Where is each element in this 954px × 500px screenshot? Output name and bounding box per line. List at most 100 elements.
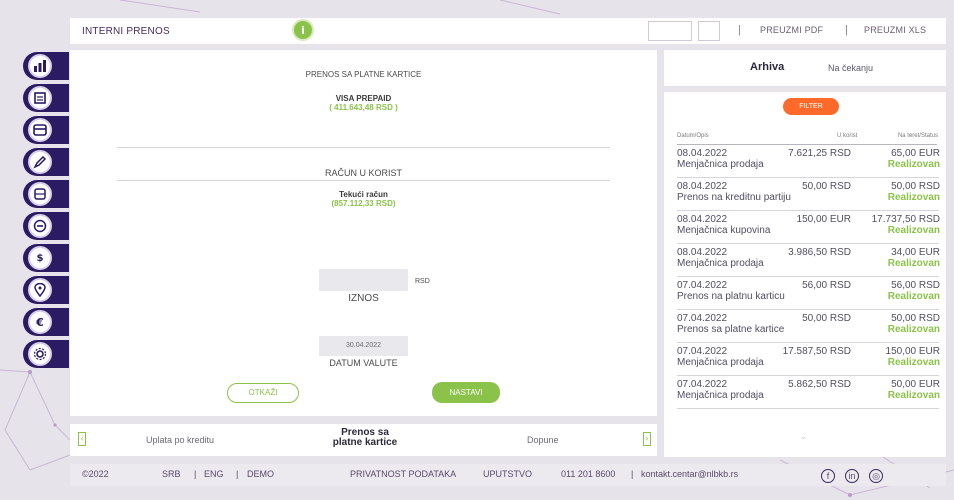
privacy-link[interactable]: PRIVATNOST PODATAKA xyxy=(350,469,456,479)
sidebar-item-exchange[interactable]: € xyxy=(23,308,69,336)
dollar-icon: $ xyxy=(28,246,52,270)
archive-tabs: Arhiva Na čekanju xyxy=(664,50,946,86)
amount-label: IZNOS xyxy=(348,293,379,304)
table-row[interactable]: 07.04.2022 56,00 RSD 56,00 RSD Prenos na pl… xyxy=(664,280,946,312)
filter-button[interactable]: FILTER xyxy=(783,98,839,115)
row-divider xyxy=(677,309,939,310)
linkedin-icon[interactable]: in xyxy=(845,469,859,483)
column-date-header: Datum/Opis xyxy=(677,133,709,139)
amount-currency: RSD xyxy=(415,278,430,285)
row-date: 08.04.2022 xyxy=(677,148,728,159)
separator: | xyxy=(236,469,239,479)
top-bar: INTERNI PRENOS i | PREUZMI PDF | PREUZMI… xyxy=(70,18,946,44)
filter-box-2[interactable] xyxy=(698,21,720,41)
lang-srb-link[interactable]: SRB xyxy=(162,469,181,479)
table-row[interactable]: 08.04.2022 150,00 EUR 17.737,50 RSD Menjačn… xyxy=(664,214,946,246)
next-button[interactable]: NASTAVI xyxy=(432,382,500,403)
separator: | xyxy=(845,24,848,36)
amount-input[interactable] xyxy=(319,269,408,291)
demo-link[interactable]: DEMO xyxy=(247,469,274,479)
sidebar-item-locations[interactable] xyxy=(23,276,69,304)
separator: | xyxy=(631,469,634,479)
table-row[interactable]: 08.04.2022 3.986,50 RSD 34,00 EUR Menjačnic… xyxy=(664,247,946,279)
row-date: 07.04.2022 xyxy=(677,280,728,291)
tab-archive[interactable]: Arhiva xyxy=(750,61,784,73)
row-status: Realizovan xyxy=(887,225,940,236)
row-divider xyxy=(677,243,939,244)
email-link[interactable]: kontakt.centar@nlbkb.rs xyxy=(641,469,738,479)
row-description: Menjačnica prodaja xyxy=(677,258,764,269)
carousel-prev-arrow[interactable]: ‹ xyxy=(78,432,86,446)
row-status: Realizovan xyxy=(887,324,940,335)
separator: | xyxy=(738,24,741,36)
tab-pending[interactable]: Na čekanju xyxy=(828,63,873,73)
carousel-next-arrow[interactable]: › xyxy=(643,432,651,446)
card-icon xyxy=(28,118,52,142)
row-credit-amount: 50,00 RSD xyxy=(802,313,851,324)
row-credit-amount: 3.986,50 RSD xyxy=(788,247,851,258)
table-row[interactable]: 08.04.2022 50,00 RSD 50,00 RSD Prenos na kr… xyxy=(664,181,946,213)
row-status: Realizovan xyxy=(887,192,940,203)
carousel-item-next[interactable]: Dopune xyxy=(527,435,559,445)
target-account-balance: (857.112,33 RSD) xyxy=(331,199,396,208)
instagram-icon[interactable]: ◎ xyxy=(869,469,883,483)
divider xyxy=(117,147,610,148)
guide-link[interactable]: UPUTSTVO xyxy=(483,469,532,479)
carousel-item-current[interactable]: Prenos sa platne kartice xyxy=(310,428,420,448)
transfer-icon xyxy=(28,182,52,206)
list-header-divider xyxy=(677,144,937,145)
download-xls-link[interactable]: PREUZMI XLS xyxy=(864,25,926,35)
copyright: ©2022 xyxy=(82,469,109,479)
row-divider xyxy=(677,210,939,211)
table-row[interactable]: 08.04.2022 7.621,25 RSD 65,00 EUR Menjačnic… xyxy=(664,148,946,180)
source-account-balance: ( 411.643,48 RSD ) xyxy=(329,103,398,112)
service-carousel: ‹ Uplata po kreditu Prenos sa platne kar… xyxy=(70,424,657,456)
sidebar-item-loans[interactable] xyxy=(23,212,69,240)
date-input[interactable]: 30.04.2022 xyxy=(319,336,408,356)
row-credit-amount: 56,00 RSD xyxy=(802,280,851,291)
sidebar-item-transfers[interactable] xyxy=(23,180,69,208)
transactions-list: FILTER Datum/Opis U korist Na teret/Stat… xyxy=(664,92,946,457)
sidebar-item-currency[interactable]: $ xyxy=(23,244,69,272)
table-row[interactable]: 07.04.2022 17.587,50 RSD 150,00 EUR Menjačn… xyxy=(664,346,946,378)
target-account-name[interactable]: Tekući račun xyxy=(70,190,657,199)
footer: ©2022 SRB | ENG | DEMO PRIVATNOST PODATA… xyxy=(70,464,946,486)
row-divider xyxy=(677,276,939,277)
minus-icon xyxy=(28,214,52,238)
row-description: Menjačnica kupovina xyxy=(677,225,771,236)
row-debit-amount: 150,00 EUR xyxy=(885,346,940,357)
row-debit-amount: 17.737,50 RSD xyxy=(871,214,940,225)
sidebar-item-settings[interactable] xyxy=(23,340,69,368)
bar-chart-icon xyxy=(28,54,52,78)
row-credit-amount: 150,00 EUR xyxy=(796,214,851,225)
cancel-button[interactable]: OTKAŽI xyxy=(227,383,299,403)
sidebar-item-payments[interactable] xyxy=(23,148,69,176)
table-row[interactable]: 07.04.2022 5.862,50 RSD 50,00 EUR Menjačnic… xyxy=(664,379,946,411)
settings-icon xyxy=(28,342,52,366)
carousel-item-prev[interactable]: Uplata po kreditu xyxy=(146,435,214,445)
column-credit-header: U korist xyxy=(837,133,858,139)
row-credit-amount: 5.862,50 RSD xyxy=(788,379,851,390)
row-description: Menjačnica prodaja xyxy=(677,357,764,368)
row-description: Prenos na kreditnu partiju xyxy=(677,192,791,203)
sidebar-item-documents[interactable] xyxy=(23,84,69,112)
separator: | xyxy=(194,469,197,479)
sidebar-item-cards[interactable] xyxy=(23,116,69,144)
row-status: Realizovan xyxy=(887,357,940,368)
row-description: Prenos sa platne kartice xyxy=(677,324,785,335)
row-debit-amount: 34,00 EUR xyxy=(891,247,940,258)
form-heading: PRENOS SA PLATNE KARTICE xyxy=(305,70,422,79)
info-icon[interactable]: i xyxy=(292,19,314,41)
facebook-icon[interactable]: f xyxy=(821,469,835,483)
source-account-name[interactable]: VISA PREPAID xyxy=(70,94,657,103)
lang-eng-link[interactable]: ENG xyxy=(204,469,224,479)
table-row[interactable]: 07.04.2022 50,00 RSD 50,00 RSD Prenos sa pl… xyxy=(664,313,946,345)
row-description: Prenos na platnu karticu xyxy=(677,291,785,302)
row-credit-amount: 17.587,50 RSD xyxy=(782,346,851,357)
scroll-indicator-icon[interactable]: ⌄ xyxy=(800,432,807,441)
sidebar-item-accounts[interactable] xyxy=(23,52,69,80)
filter-box-1[interactable] xyxy=(648,21,692,41)
download-pdf-link[interactable]: PREUZMI PDF xyxy=(760,25,823,35)
row-debit-amount: 65,00 EUR xyxy=(891,148,940,159)
euro-icon: € xyxy=(28,310,52,334)
